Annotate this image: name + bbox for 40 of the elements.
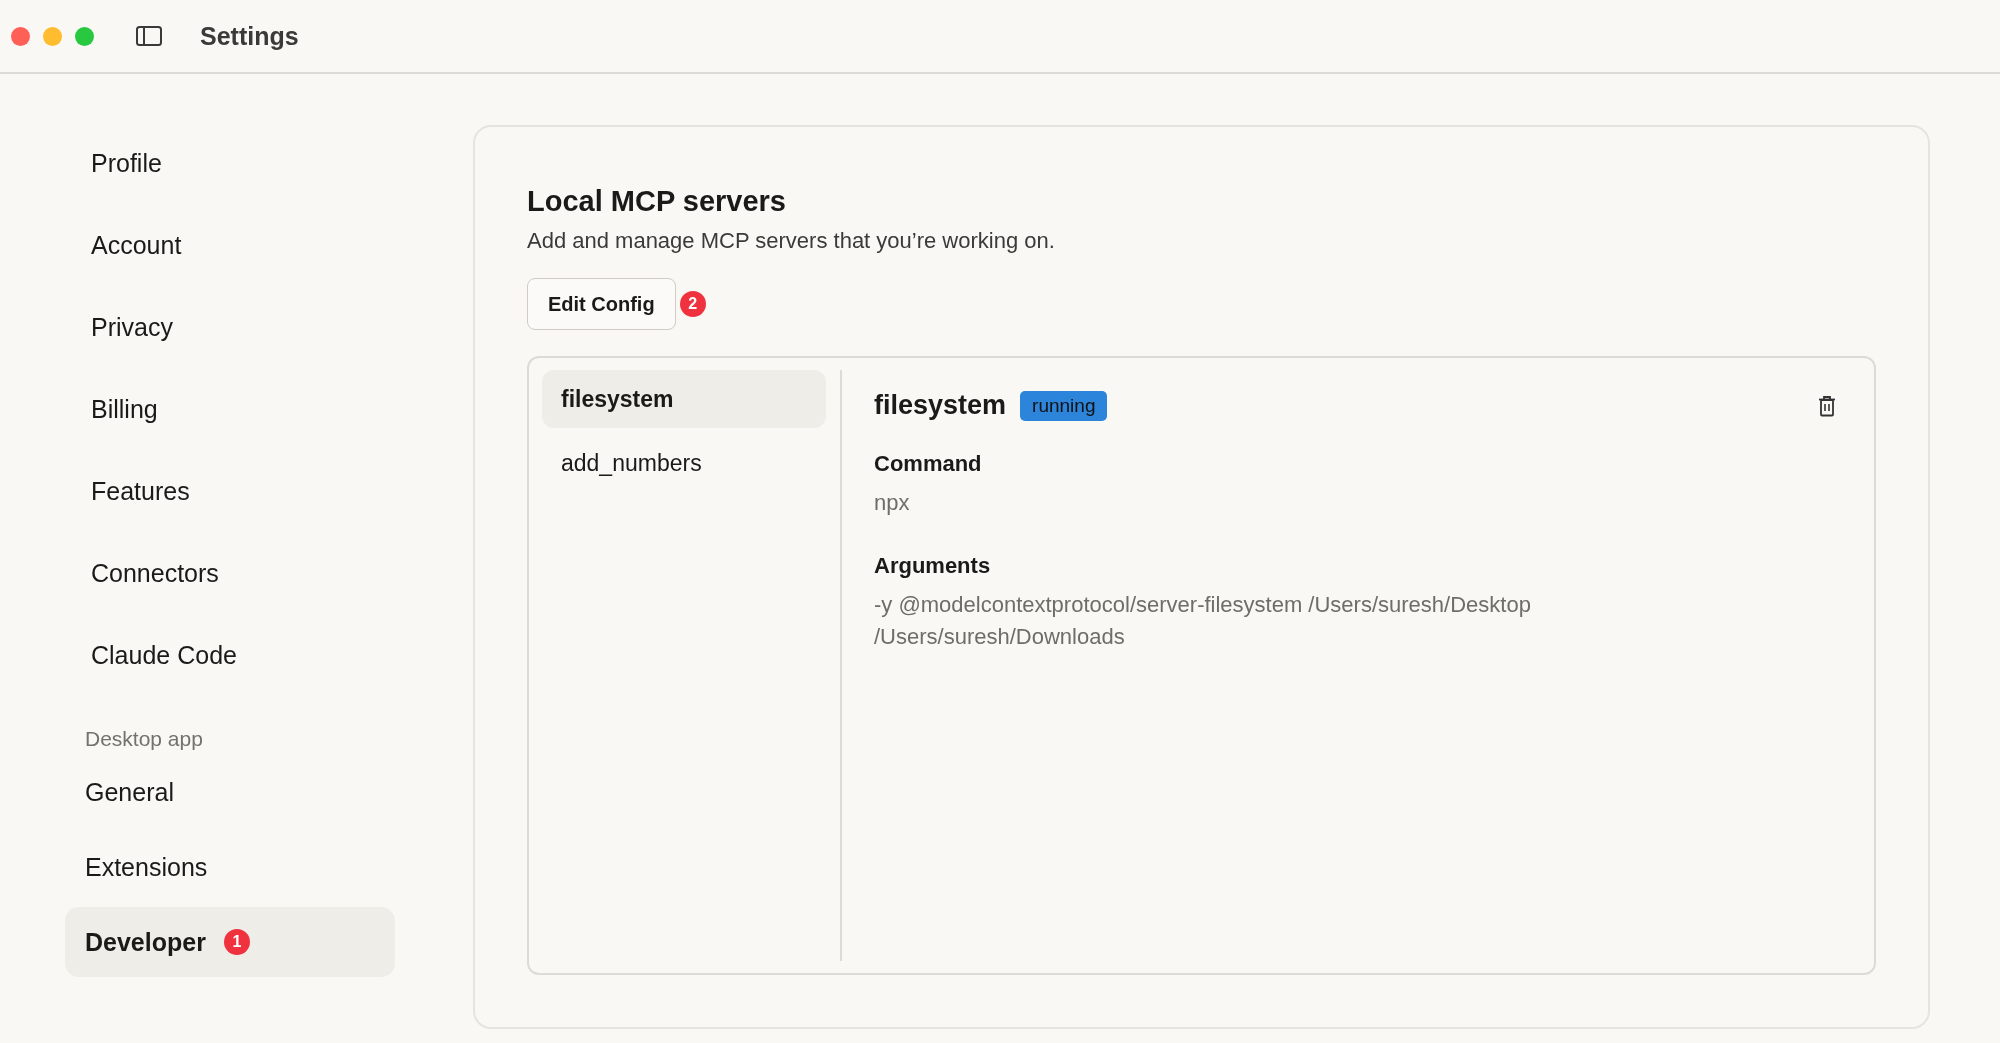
- section-title: Local MCP servers: [527, 185, 787, 218]
- sidebar-item[interactable]: Account: [65, 207, 395, 283]
- field-value: npx: [874, 489, 911, 517]
- delete-icon[interactable]: [1818, 394, 1836, 417]
- sidebar-item[interactable]: Features: [65, 453, 395, 529]
- sidebar-item[interactable]: Extensions: [65, 832, 395, 902]
- sidebar-item-label: Features: [91, 476, 190, 506]
- sidebar-item-label: Developer: [85, 927, 206, 957]
- server-list-item[interactable]: filesystem: [542, 370, 826, 428]
- sidebar-toggle-icon[interactable]: [136, 26, 162, 46]
- sidebar-item[interactable]: General: [65, 757, 395, 827]
- field-label: Command: [874, 451, 983, 477]
- close-window-button[interactable]: [11, 26, 30, 46]
- field-value: -y @modelcontextprotocol/server-filesystem /Users/suresh/Desktop /Users/suresh/Downloads: [874, 590, 1532, 651]
- server-name: filesystem: [874, 390, 1007, 421]
- notification-badge: 2: [679, 291, 706, 317]
- sidebar-item-label: Connectors: [91, 558, 219, 588]
- sidebar-item[interactable]: Profile: [65, 125, 395, 201]
- sidebar-item-label: Profile: [91, 148, 162, 178]
- sidebar-item-label: Extensions: [85, 852, 208, 882]
- sidebar-item-label: Privacy: [91, 312, 173, 342]
- sidebar-heading: Desktop app: [84, 727, 204, 751]
- sidebar-item-label: General: [85, 777, 174, 807]
- section-description: Add and manage MCP servers that you’re working on.: [527, 228, 1056, 254]
- sidebar-item[interactable]: Developer 1: [65, 907, 395, 977]
- field-label: Arguments: [874, 552, 992, 579]
- sidebar-item[interactable]: Privacy: [65, 289, 395, 365]
- server-list-item[interactable]: add_numbers: [542, 434, 826, 492]
- sidebar-item[interactable]: Connectors: [65, 535, 395, 611]
- sidebar-item-label: Account: [91, 230, 182, 260]
- sidebar-item-label: Claude Code: [91, 640, 237, 670]
- maximize-window-button[interactable]: [75, 26, 94, 46]
- sidebar-item[interactable]: Claude Code: [65, 617, 395, 693]
- sidebar-item-label: Billing: [91, 394, 158, 424]
- status-tag: running: [1020, 390, 1108, 421]
- sidebar-item[interactable]: Billing: [65, 371, 395, 447]
- edit-config-button[interactable]: Edit Config: [527, 278, 676, 330]
- notification-badge: 1: [223, 929, 250, 955]
- window-title: Settings: [200, 21, 299, 51]
- minimize-window-button[interactable]: [43, 26, 62, 46]
